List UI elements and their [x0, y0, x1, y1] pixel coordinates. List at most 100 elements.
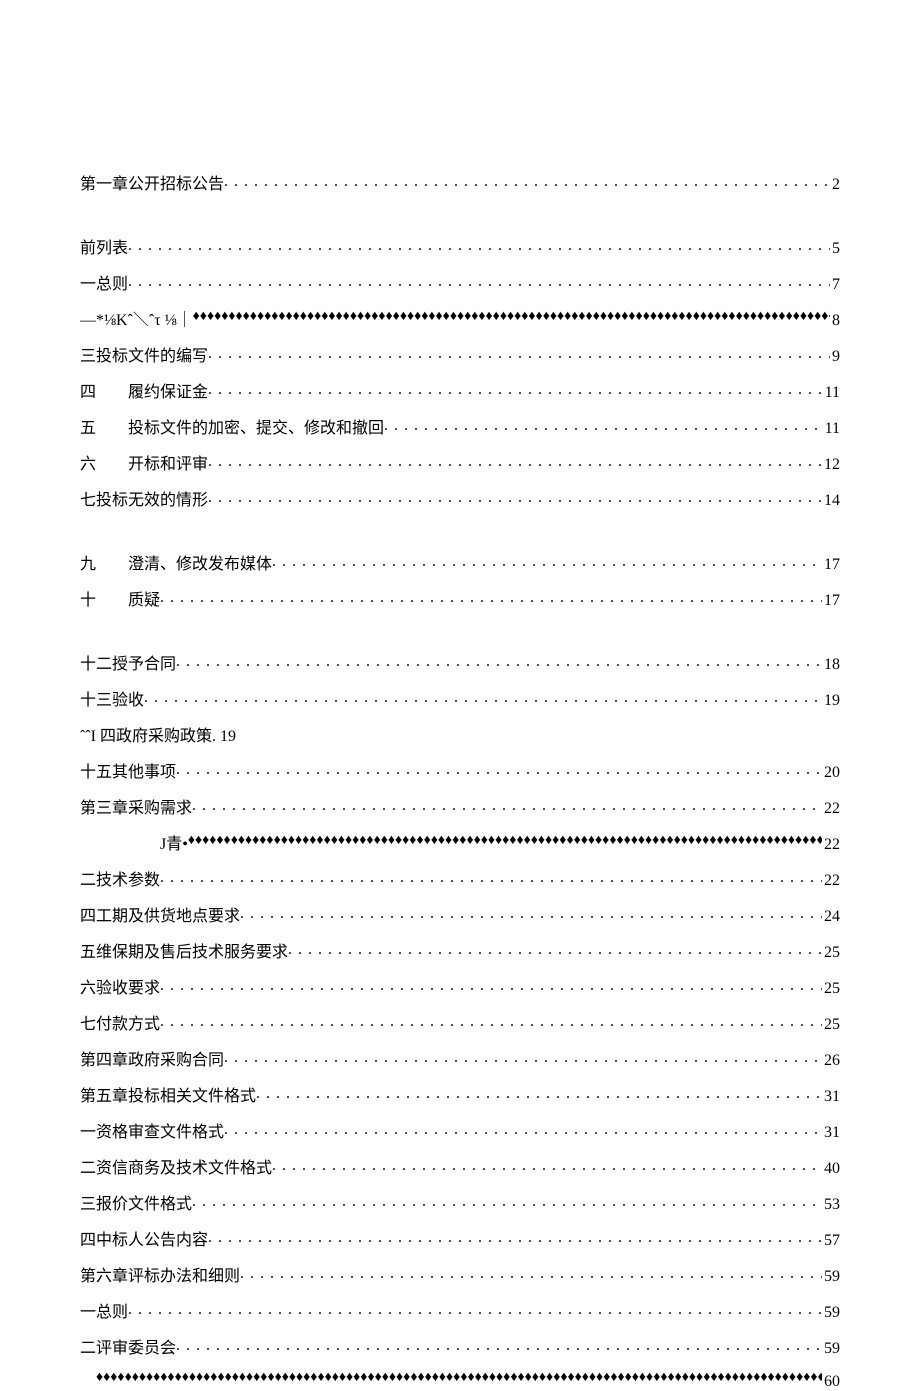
toc-leader-dots: [272, 553, 822, 569]
toc-page-number: 40: [822, 1160, 840, 1178]
toc-label: 开标和评审: [128, 450, 208, 474]
toc-leader-dots: [144, 689, 822, 705]
toc-prefix: 四: [80, 378, 128, 402]
toc-entry: 一总则7: [80, 270, 840, 294]
toc-label: 第五章投标相关文件格式: [80, 1082, 256, 1106]
toc-page-number: 31: [822, 1088, 840, 1106]
toc-leader-dots: [128, 273, 830, 289]
toc-leader-dots: [208, 1229, 822, 1245]
toc-label: 七投标无效的情形: [80, 486, 208, 510]
toc-leader-dots: [224, 1049, 822, 1065]
toc-prefix: 六: [80, 450, 128, 474]
toc-entry: 四履约保证金 11: [80, 378, 840, 402]
toc-entry: 十五其他事项 20: [80, 758, 840, 782]
toc-leader-dots: [176, 1337, 822, 1353]
toc-page-number: 22: [822, 872, 840, 890]
toc-prefix: 十: [80, 586, 128, 610]
toc-page-number: 12: [822, 456, 840, 474]
toc-entry: 二资信商务及技术文件格式 40: [80, 1154, 840, 1178]
toc-page-number: 25: [822, 944, 840, 962]
toc-label: 四工期及供货地点要求: [80, 902, 240, 926]
toc-entry: —*⅛Kˆ＼ˆτ ⅛｜ 8: [80, 306, 840, 330]
toc-leader-dots: [224, 173, 830, 189]
toc-gap: [80, 522, 840, 550]
toc-label: 第六章评标办法和细则: [80, 1262, 240, 1286]
toc-label: 二评审委员会: [80, 1334, 176, 1358]
toc-label: J青•: [160, 830, 188, 854]
toc-entry: ˆˆI 四政府采购政策. 19: [80, 722, 840, 746]
toc-page-number: 8: [830, 312, 840, 330]
toc-entry: 五维保期及售后技术服务要求 25: [80, 938, 840, 962]
table-of-contents: 第一章公开招标公告2前列表5一总则7—*⅛Kˆ＼ˆτ ⅛｜8三投标文件的编写9四…: [80, 170, 840, 1391]
toc-label: 二技术参数: [80, 866, 160, 890]
toc-page-number: 14: [822, 492, 840, 510]
toc-page-number: 59: [822, 1304, 840, 1322]
toc-page-number: 20: [822, 764, 840, 782]
toc-page-number: 24: [822, 908, 840, 926]
toc-page-number: 59: [822, 1340, 840, 1358]
toc-leader-dots: [176, 761, 822, 777]
toc-label: 十五其他事项: [80, 758, 176, 782]
toc-leader-dots: [208, 489, 822, 505]
toc-label: 三报价文件格式: [80, 1190, 192, 1214]
toc-entry: 七付款方式25: [80, 1010, 840, 1034]
toc-leader-dots: [384, 417, 823, 433]
toc-entry: 四工期及供货地点要求 24: [80, 902, 840, 926]
toc-leader-dots: [192, 797, 822, 813]
toc-leader-dots: [256, 1085, 822, 1101]
toc-page-number: 5: [830, 240, 840, 258]
toc-leader-dots: [192, 1193, 822, 1209]
toc-entry: 十二授予合同18: [80, 650, 840, 674]
toc-entry: 七投标无效的情形 14: [80, 486, 840, 510]
toc-entry: 十三验收19: [80, 686, 840, 710]
toc-leader-dots: [128, 1301, 822, 1317]
toc-leader-dots: [208, 345, 830, 361]
toc-page-number: 17: [822, 592, 840, 610]
toc-entry: 一资格审查文件格式31: [80, 1118, 840, 1142]
toc-leader-dots: [160, 589, 822, 605]
toc-gap: [80, 622, 840, 650]
toc-page-number: 9: [830, 348, 840, 366]
toc-leader-dots: [160, 1013, 822, 1029]
toc-leader-diamonds: [188, 833, 822, 849]
toc-entry: 六验收要求25: [80, 974, 840, 998]
toc-leader-dots: [208, 381, 823, 397]
toc-label: 质疑: [128, 586, 160, 610]
toc-page-number: 59: [822, 1268, 840, 1286]
toc-entry: 第一章公开招标公告 2: [80, 170, 840, 194]
toc-page-number: 7: [830, 276, 840, 294]
toc-leader-dots: [224, 1121, 822, 1137]
toc-leader-dots: [208, 453, 822, 469]
toc-label: ˆˆI 四政府采购政策. 19: [80, 722, 236, 746]
toc-entry: 第三章采购需求 22: [80, 794, 840, 818]
toc-entry: —60: [80, 1370, 840, 1391]
toc-leader-dots: [272, 1157, 822, 1173]
toc-label: 第一章公开招标公告: [80, 170, 224, 194]
toc-entry: 六开标和评审 12: [80, 450, 840, 474]
toc-entry: 四中标人公告内容57: [80, 1226, 840, 1250]
toc-label: 第三章采购需求: [80, 794, 192, 818]
toc-label: 四中标人公告内容: [80, 1226, 208, 1250]
toc-page-number: 53: [822, 1196, 840, 1214]
toc-label: —*⅛Kˆ＼ˆτ ⅛｜: [80, 306, 193, 330]
toc-leader-dots: [128, 237, 830, 253]
toc-entry: 一总则59: [80, 1298, 840, 1322]
toc-leader-dots: [240, 905, 822, 921]
toc-entry: 五投标文件的加密、提交、修改和撤回 11: [80, 414, 840, 438]
toc-page-number: 17: [822, 556, 840, 574]
toc-page-number: 18: [822, 656, 840, 674]
toc-page-number: 2: [830, 176, 840, 194]
toc-page-number: 11: [823, 420, 840, 438]
toc-entry: 三报价文件格式 53: [80, 1190, 840, 1214]
toc-label: 一资格审查文件格式: [80, 1118, 224, 1142]
toc-page-number: 11: [823, 384, 840, 402]
toc-gap: [80, 206, 840, 234]
toc-entry: 二技术参数 22: [80, 866, 840, 890]
toc-leader-diamonds: [193, 309, 830, 325]
toc-label: 五维保期及售后技术服务要求: [80, 938, 288, 962]
toc-page-number: 22: [822, 800, 840, 818]
toc-prefix: 五: [80, 414, 128, 438]
toc-leader-diamonds: [96, 1370, 822, 1386]
toc-label: 二资信商务及技术文件格式: [80, 1154, 272, 1178]
toc-leader-dots: [240, 1265, 822, 1281]
